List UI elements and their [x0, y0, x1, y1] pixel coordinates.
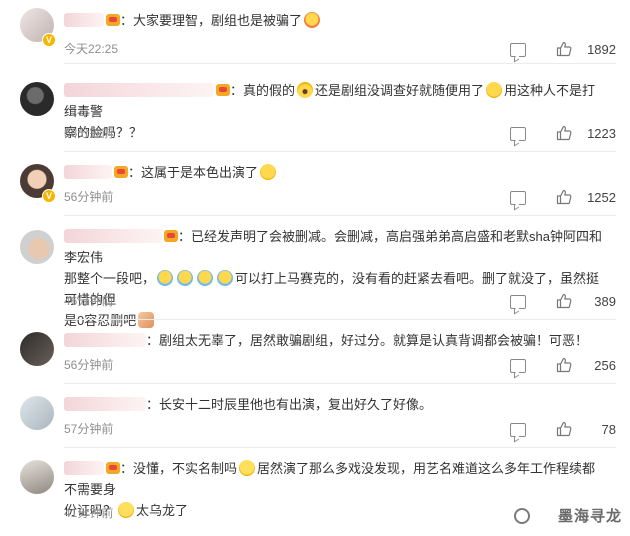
- username-blurred[interactable]: [64, 83, 214, 97]
- comment-text: ：这属于是本色出演了: [64, 162, 606, 183]
- crying-emoji-icon: [217, 270, 234, 286]
- comment-item: ：没懂，不实名制吗 居然演了那么多戏没发现，用艺名难道这么多年工作程续都不需要身 …: [0, 448, 630, 536]
- comment-text: ：大家要理智，剧组也是被骗了: [64, 10, 606, 31]
- crown-badge-icon: [164, 230, 178, 242]
- thinking-emoji-icon: [486, 82, 503, 98]
- comment-actions: 256: [496, 358, 616, 376]
- like-count[interactable]: 1252: [576, 190, 616, 205]
- comment-icon[interactable]: [510, 43, 526, 57]
- comment-text: ：已经发声明了会被删减。会删减，高启强弟弟高启盛和老默sha钟阿四和李宏伟 那整…: [64, 226, 606, 331]
- username-blurred[interactable]: [64, 165, 112, 179]
- like-count[interactable]: 78: [576, 422, 616, 437]
- crown-badge-icon: [106, 14, 120, 26]
- verified-v-icon: V: [42, 33, 56, 47]
- comment-item: V ：大家要理智，剧组也是被骗了 今天22:25 1892: [0, 0, 630, 64]
- comment-icon[interactable]: [510, 359, 526, 373]
- comment-time: 58分钟前: [64, 126, 114, 140]
- comment-body: ：这属于是本色出演了: [128, 165, 259, 180]
- avatar[interactable]: [20, 332, 54, 366]
- comment-body: ：剧组太无辜了，居然敢骗剧组，好过分。就算是认真背调都会被骗！可恶！: [146, 333, 589, 348]
- watermark-logo-icon: [514, 508, 530, 524]
- username-blurred[interactable]: [64, 229, 162, 243]
- comment-time: 41分钟前: [64, 506, 114, 520]
- crying-emoji-icon: [157, 270, 174, 286]
- comment-text: ：长安十二时辰里他也有出演，复出好久了好像。: [64, 394, 606, 415]
- avatar[interactable]: [20, 396, 54, 430]
- laughing-emoji-icon: [239, 460, 256, 476]
- comment-body: 太乌龙了: [136, 503, 189, 518]
- dizzy-emoji-icon: [304, 12, 321, 28]
- crown-badge-icon: [114, 166, 128, 178]
- comment-body: ：没懂，不实名制吗: [120, 461, 238, 476]
- comment-actions: 389: [496, 294, 616, 312]
- comment-time: 46分钟前: [64, 294, 114, 308]
- comment-icon[interactable]: [510, 127, 526, 141]
- comment-item: ：长安十二时辰里他也有出演，复出好久了好像。 57分钟前 78: [0, 384, 630, 448]
- comment-item: ：真的假的 还是剧组没调查好就随便用了 用这种人不是打缉毒警 察的脸吗？？ 58分钟…: [0, 64, 630, 152]
- avatar[interactable]: [20, 460, 54, 494]
- comment-icon[interactable]: [510, 295, 526, 309]
- comment-item: ：剧组太无辜了，居然敢骗剧组，好过分。就算是认真背调都会被骗！可恶！ 56分钟前…: [0, 320, 630, 384]
- grin-emoji-icon: [260, 164, 277, 180]
- comment-body: 还是剧组没调查好就随便用了: [315, 83, 485, 98]
- comment-time: 56分钟前: [64, 358, 114, 372]
- comment-icon[interactable]: [510, 191, 526, 205]
- comment-actions: 1252: [496, 190, 616, 208]
- thumbs-up-icon[interactable]: [556, 41, 572, 57]
- crown-badge-icon: [216, 84, 230, 96]
- username-blurred[interactable]: [64, 13, 104, 27]
- like-count[interactable]: 1223: [576, 126, 616, 141]
- watermark: 墨海寻龙: [557, 508, 622, 525]
- laughing-emoji-icon: [118, 502, 135, 518]
- comment-text: ：剧组太无辜了，居然敢骗剧组，好过分。就算是认真背调都会被骗！可恶！: [64, 330, 606, 351]
- comment-icon[interactable]: [510, 423, 526, 437]
- comment-actions: 1223: [496, 126, 616, 144]
- crying-emoji-icon: [197, 270, 214, 286]
- comment-time: 今天22:25: [64, 42, 119, 56]
- thumbs-up-icon[interactable]: [556, 125, 572, 141]
- crying-emoji-icon: [177, 270, 194, 286]
- username-blurred[interactable]: [64, 397, 146, 411]
- like-count[interactable]: 389: [576, 294, 616, 309]
- avatar[interactable]: [20, 230, 54, 264]
- like-count[interactable]: 256: [576, 358, 616, 373]
- verified-v-icon: V: [42, 189, 56, 203]
- comment-time: 56分钟前: [64, 190, 114, 204]
- thumbs-up-icon[interactable]: [556, 357, 572, 373]
- shocked-emoji-icon: [297, 82, 314, 98]
- avatar[interactable]: [20, 82, 54, 116]
- comment-body: ：真的假的: [230, 83, 296, 98]
- thumbs-up-icon[interactable]: [556, 293, 572, 309]
- comment-body: 那整个一段吧，: [64, 271, 156, 286]
- thumbs-up-icon[interactable]: [556, 421, 572, 437]
- username-blurred[interactable]: [64, 333, 146, 347]
- comment-body: ：长安十二时辰里他也有出演，复出好久了好像。: [146, 397, 433, 412]
- comment-body: ：大家要理智，剧组也是被骗了: [120, 13, 303, 28]
- comment-item: ：已经发声明了会被删减。会删减，高启强弟弟高启盛和老默sha钟阿四和李宏伟 那整…: [0, 216, 630, 328]
- username-blurred[interactable]: [64, 461, 104, 475]
- thumbs-up-icon[interactable]: [556, 189, 572, 205]
- like-count[interactable]: 1892: [576, 42, 616, 57]
- comment-item: V ：这属于是本色出演了 56分钟前 1252: [0, 152, 630, 216]
- comment-time: 57分钟前: [64, 422, 114, 436]
- crown-badge-icon: [106, 462, 120, 474]
- comment-actions: 1892: [496, 42, 616, 60]
- comment-actions: 78: [496, 422, 616, 440]
